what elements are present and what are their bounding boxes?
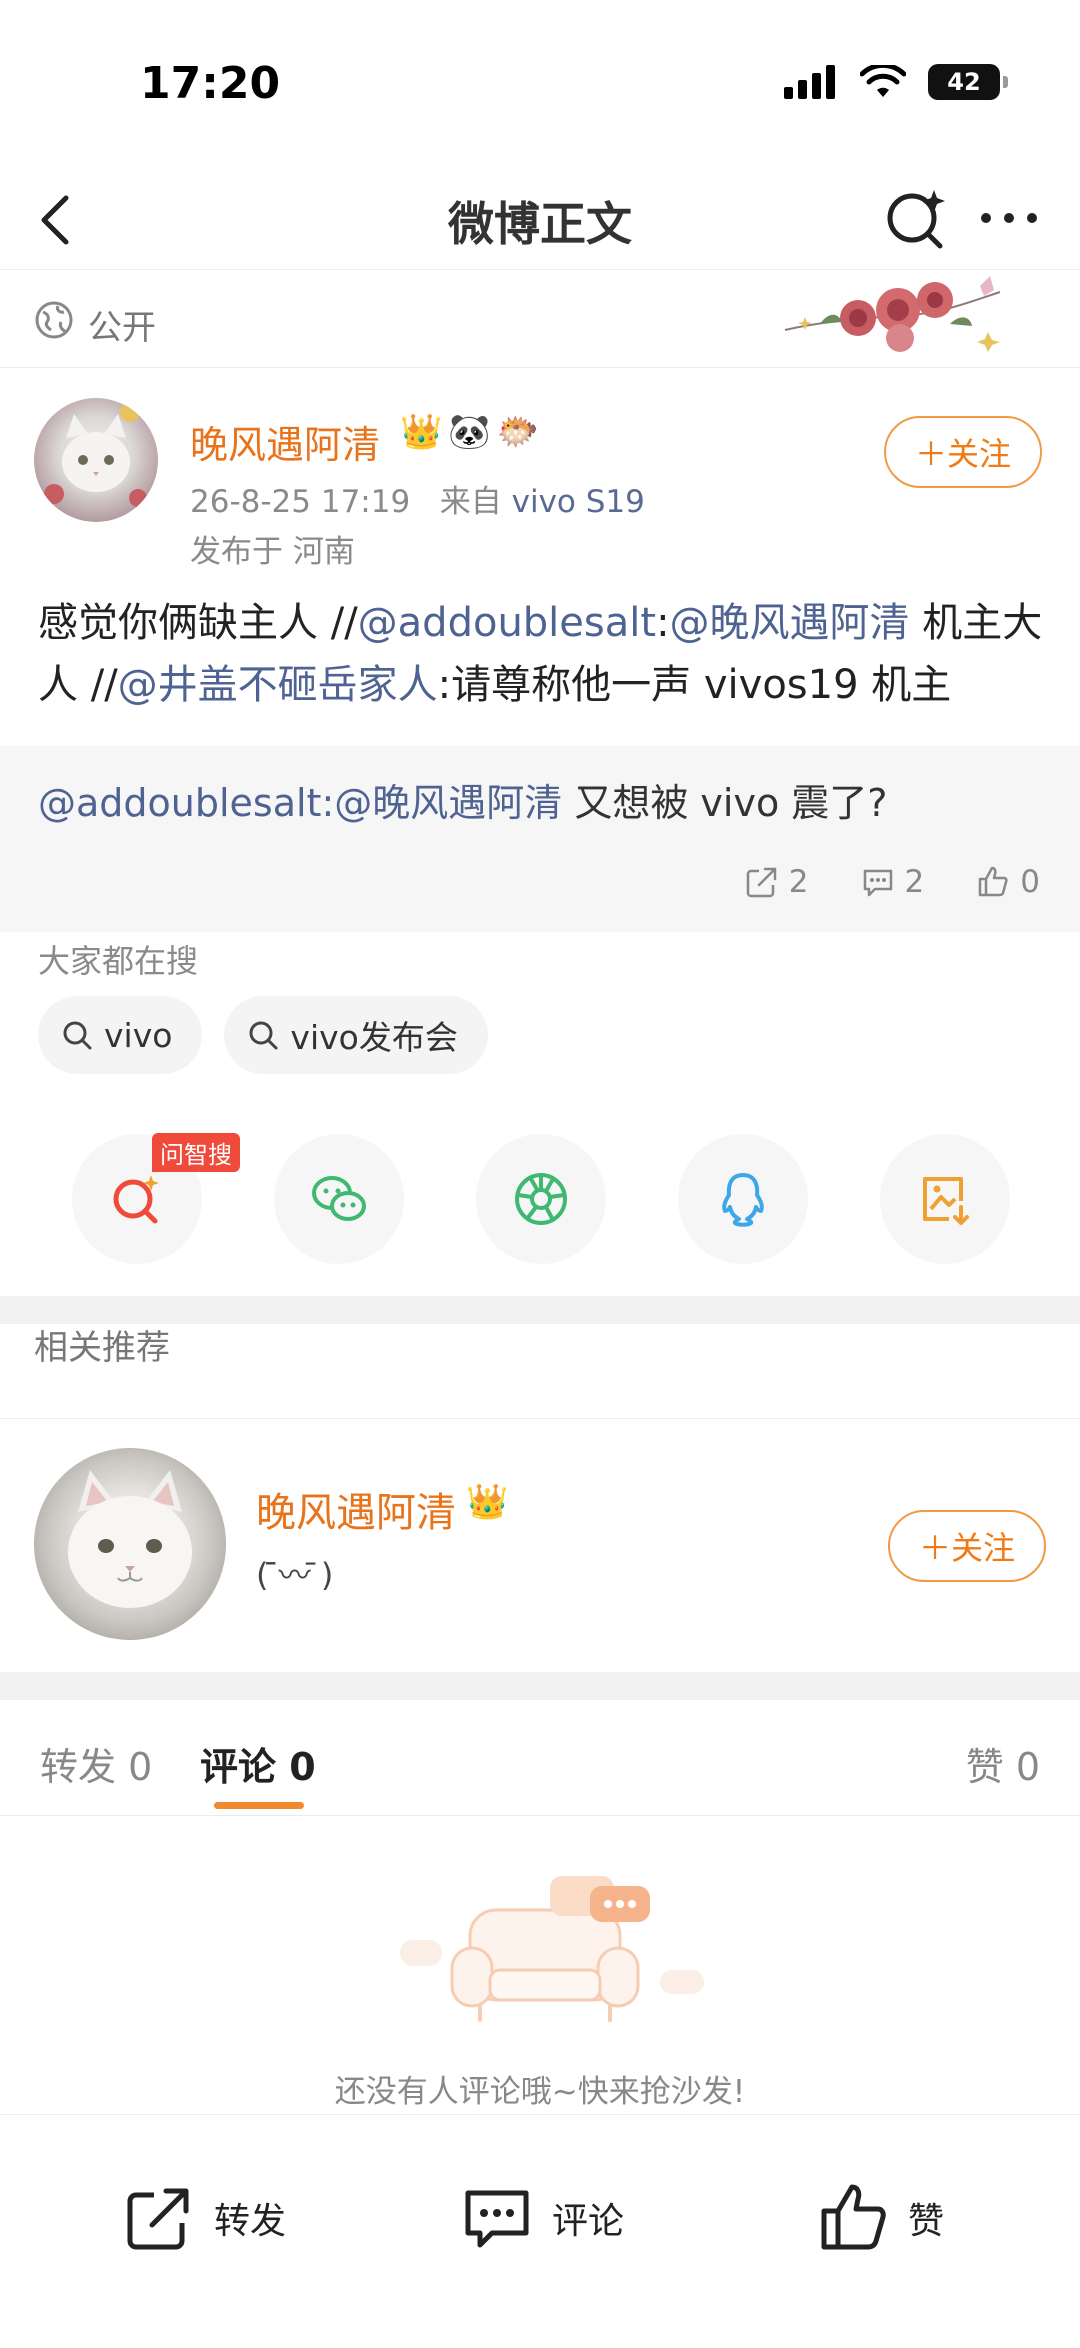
section-divider bbox=[0, 1672, 1080, 1700]
author-avatar[interactable] bbox=[34, 398, 158, 522]
post-text-part: :请尊称他一声 vivos19 机主 bbox=[437, 662, 952, 708]
like-button[interactable]: 赞 bbox=[818, 2183, 944, 2253]
crown-badge-icon: 👑 bbox=[466, 1482, 509, 1522]
thumbs-up-icon bbox=[821, 2184, 886, 2250]
comment-count: 2 bbox=[904, 864, 925, 900]
tab-repost[interactable]: 转发 0 bbox=[40, 1736, 152, 1791]
original-post-stats: 2 2 0 bbox=[745, 864, 1040, 900]
comment-button-label: 评论 bbox=[552, 2201, 625, 2242]
original-post-body: 又想被 vivo 震了? bbox=[562, 781, 888, 825]
related-user-bio: ( ̄̄〰̄̄ ) bbox=[256, 1556, 334, 1594]
hot-search-label: 大家都在搜 bbox=[38, 942, 199, 980]
moments-icon bbox=[515, 1173, 567, 1225]
tab-like-label: 赞 bbox=[965, 1745, 1004, 1789]
related-user-avatar[interactable] bbox=[34, 1448, 226, 1640]
mention-link[interactable]: @addoublesalt:@晚风遇阿清 bbox=[38, 781, 562, 825]
tab-repost-count: 0 bbox=[128, 1745, 153, 1789]
search-chip-label: vivo bbox=[104, 1015, 173, 1055]
mention-link[interactable]: @addoublesalt bbox=[358, 600, 656, 646]
qq-icon bbox=[722, 1173, 764, 1227]
like-stat[interactable]: 0 bbox=[976, 864, 1040, 900]
repost-icon bbox=[746, 867, 777, 898]
repost-stat[interactable]: 2 bbox=[745, 864, 809, 900]
cat-photo-icon bbox=[68, 1470, 192, 1608]
related-divider bbox=[0, 1418, 1080, 1419]
bottom-action-bar: 转发 评论 赞 bbox=[0, 2114, 1080, 2348]
search-chip-label: vivo发布会 bbox=[290, 1018, 458, 1057]
original-post-box[interactable]: @addoublesalt:@晚风遇阿清 又想被 vivo 震了? 2 2 0 bbox=[0, 746, 1080, 932]
tab-comment-label: 评论 bbox=[200, 1745, 277, 1789]
related-title: 相关推荐 bbox=[34, 1328, 170, 1368]
post-timestamp: 26-8-25 17:19 bbox=[190, 484, 411, 520]
tab-like-count: 0 bbox=[1015, 1745, 1040, 1789]
related-user-name[interactable]: 晚风遇阿清 bbox=[256, 1480, 456, 1538]
tab-repost-label: 转发 bbox=[40, 1745, 117, 1789]
hot-search-chips: vivo vivo发布会 bbox=[38, 996, 488, 1074]
panda-badge-icon: 🐼 bbox=[448, 412, 491, 452]
repost-count: 2 bbox=[788, 864, 809, 900]
like-button-label: 赞 bbox=[908, 2201, 945, 2242]
signal-icon bbox=[784, 65, 835, 99]
post-text-part: 感觉你俩缺主人 // bbox=[38, 600, 358, 646]
flower-decoration-icon bbox=[784, 276, 1001, 352]
post-location: 发布于 河南 bbox=[190, 534, 355, 570]
original-post-text: @addoublesalt:@晚风遇阿清 又想被 vivo 震了? bbox=[38, 772, 887, 827]
empty-sofa-icon bbox=[400, 1876, 704, 2022]
nav-bar: 微博正文 bbox=[0, 170, 1080, 270]
wifi-icon bbox=[860, 65, 906, 97]
mention-link[interactable]: @井盖不砸岳家人 bbox=[118, 662, 438, 708]
comment-button[interactable]: 评论 bbox=[462, 2183, 624, 2253]
visibility-row: 公开 bbox=[0, 272, 1080, 368]
follow-button[interactable]: ＋关注 bbox=[884, 416, 1042, 488]
share-moments[interactable] bbox=[476, 1134, 606, 1264]
visibility-label: 公开 bbox=[88, 308, 156, 348]
search-icon bbox=[249, 1021, 278, 1050]
detail-tabs: 转发 0 评论 0 赞 0 bbox=[0, 1700, 1080, 1816]
like-count: 0 bbox=[1020, 864, 1040, 900]
related-follow-button[interactable]: ＋关注 bbox=[888, 1510, 1046, 1582]
share-wechat[interactable] bbox=[274, 1134, 404, 1264]
ai-search-icon[interactable] bbox=[880, 182, 950, 252]
tab-comment-count: 0 bbox=[289, 1745, 316, 1789]
save-image-icon bbox=[923, 1177, 969, 1225]
crown-badge-icon: 👑 bbox=[400, 412, 443, 452]
empty-comment-text: 还没有人评论哦~快来抢沙发! bbox=[334, 2074, 746, 2110]
status-icons: 42 bbox=[784, 64, 1008, 100]
search-chip[interactable]: vivo发布会 bbox=[224, 996, 488, 1074]
status-bar: 17:20 42 bbox=[0, 0, 1080, 170]
comment-icon bbox=[863, 869, 892, 897]
status-time: 17:20 bbox=[140, 58, 281, 109]
more-icon[interactable] bbox=[974, 188, 1044, 248]
cat-avatar-icon bbox=[44, 402, 147, 507]
post-text-part: : bbox=[656, 600, 670, 646]
post-text: 感觉你俩缺主人 //@addoublesalt:@晚风遇阿清 机主大人 //@井… bbox=[38, 592, 1048, 716]
active-tab-indicator bbox=[214, 1802, 304, 1809]
author-badges: 👑 🐼 🐡 bbox=[400, 412, 539, 452]
battery-indicator: 42 bbox=[928, 64, 1008, 100]
ai-search-tag: 问智搜 bbox=[152, 1133, 240, 1172]
search-icon bbox=[63, 1021, 92, 1050]
wechat-icon bbox=[312, 1176, 366, 1221]
comment-stat[interactable]: 2 bbox=[861, 864, 925, 900]
source-prefix: 来自 bbox=[439, 484, 502, 520]
ai-search-icon bbox=[113, 1175, 159, 1224]
comment-icon bbox=[465, 2190, 529, 2248]
search-chip[interactable]: vivo bbox=[38, 996, 203, 1074]
share-save-image[interactable] bbox=[880, 1134, 1010, 1264]
tab-comment[interactable]: 评论 0 bbox=[200, 1736, 316, 1791]
source-device[interactable]: vivo S19 bbox=[512, 484, 645, 520]
repost-button-label: 转发 bbox=[214, 2201, 287, 2242]
share-qq[interactable] bbox=[678, 1134, 808, 1264]
mention-link[interactable]: @晚风遇阿清 bbox=[670, 600, 910, 646]
repost-icon bbox=[127, 2188, 189, 2250]
repost-button[interactable]: 转发 bbox=[124, 2183, 286, 2253]
globe-icon bbox=[35, 301, 73, 339]
post-meta: 26-8-25 17:19 来自 vivo S19 bbox=[190, 476, 645, 521]
tab-like[interactable]: 赞 0 bbox=[966, 1736, 1040, 1791]
fish-badge-icon: 🐡 bbox=[496, 412, 540, 452]
author-name[interactable]: 晚风遇阿清 bbox=[190, 414, 380, 469]
thumbs-up-icon bbox=[979, 866, 1008, 897]
